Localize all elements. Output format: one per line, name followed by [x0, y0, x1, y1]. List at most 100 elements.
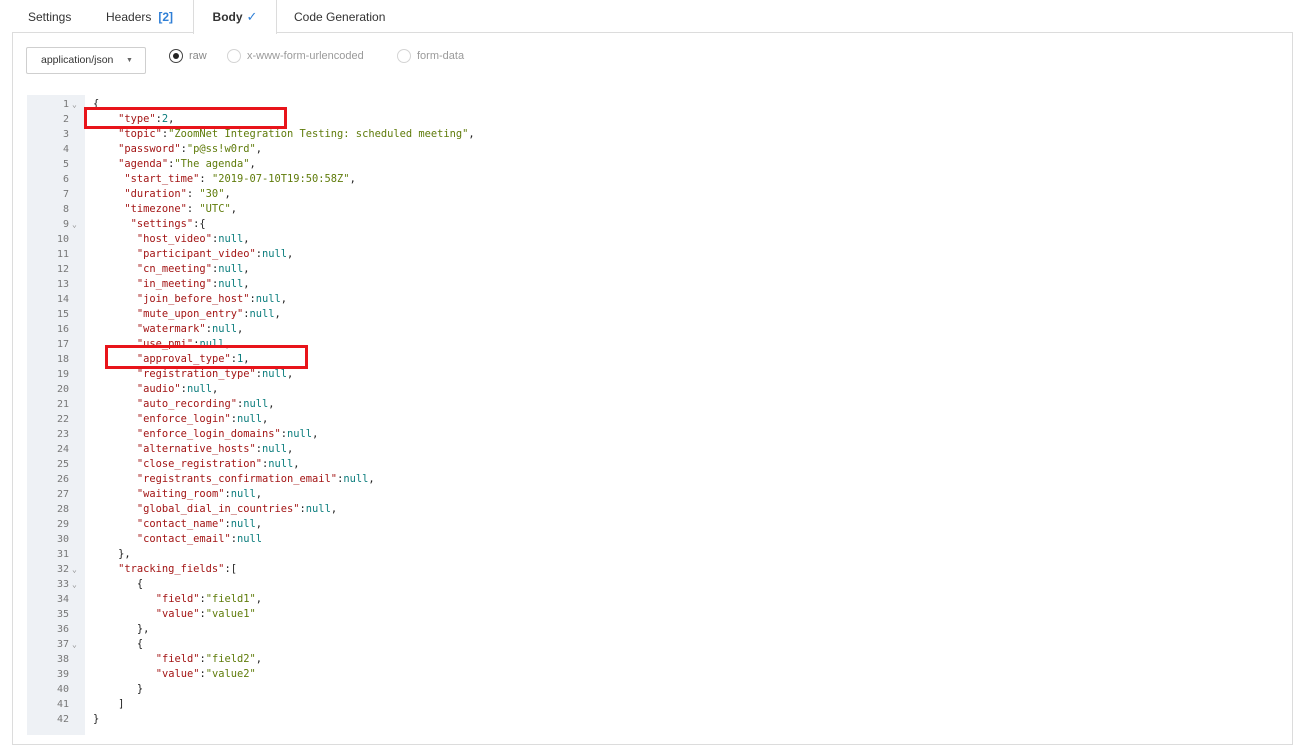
code-text: "duration": "30", — [124, 187, 230, 202]
code-line: 13 "in_meeting":null, — [27, 277, 1267, 292]
json-punctuation: , — [255, 488, 263, 500]
body-panel: application/json ▼ raw x-www-form-urlenc… — [12, 32, 1293, 745]
code-line: 31}, — [27, 547, 1267, 562]
chevron-down-icon[interactable]: ⌄ — [72, 217, 77, 232]
tab-body-label: Body — [212, 10, 243, 24]
json-punctuation: , — [255, 518, 263, 530]
json-punctuation: , — [287, 443, 294, 455]
chevron-down-icon[interactable]: ⌄ — [72, 577, 77, 592]
json-punctuation: , — [211, 383, 219, 395]
line-number: 12 — [56, 264, 69, 275]
chevron-down-icon[interactable]: ⌄ — [72, 637, 77, 652]
code-text: "registration_type":null, — [137, 367, 293, 382]
radio-form-data-indicator — [397, 49, 411, 63]
json-key: "registration_type" — [136, 368, 256, 380]
json-punctuation: { — [136, 638, 144, 650]
json-value: null — [236, 533, 263, 545]
highlight-box-type — [84, 107, 287, 129]
json-key: "mute_upon_entry" — [136, 308, 244, 320]
json-value: null — [186, 383, 212, 395]
json-key: "value" — [155, 668, 200, 680]
line-number: 18 — [56, 354, 69, 365]
json-key: "enforce_login" — [136, 413, 231, 425]
json-key: "registrants_confirmation_email" — [136, 473, 338, 485]
line-number: 7 — [62, 189, 69, 200]
tab-code-generation-label: Code Generation — [294, 10, 386, 24]
line-number: 32 — [56, 564, 69, 575]
tab-body[interactable]: Body ✓ — [193, 0, 277, 34]
json-key: "contact_name" — [136, 518, 225, 530]
code-line: 12 "cn_meeting":null, — [27, 262, 1267, 277]
line-number: 11 — [56, 249, 69, 260]
json-value: null — [243, 398, 269, 410]
json-key: "topic" — [118, 128, 162, 140]
tab-code-generation[interactable]: Code Generation — [294, 0, 385, 33]
content-type-dropdown[interactable]: application/json ▼ — [26, 47, 146, 74]
json-punctuation: , — [249, 158, 256, 170]
code-line: 3 "topic":"ZoomNet Integration Testing: s… — [27, 127, 1267, 142]
code-line: 27 "waiting_room":null, — [27, 487, 1267, 502]
line-number: 19 — [56, 369, 69, 380]
json-punctuation: ] — [118, 698, 125, 710]
code-line: 16 "watermark":null, — [27, 322, 1267, 337]
code-text: "password":"p@ss!w0rd", — [118, 142, 262, 157]
code-line: 34 "field":"field1", — [27, 592, 1267, 607]
caret-down-icon: ▼ — [126, 57, 133, 64]
json-string: "UTC" — [199, 203, 231, 215]
json-key: "host_video" — [136, 233, 212, 245]
code-text: "alternative_hosts":null, — [137, 442, 293, 457]
line-number: 6 — [62, 174, 69, 185]
json-value: null — [268, 458, 294, 470]
line-number: 3 — [62, 129, 69, 140]
line-number: 37 — [56, 639, 69, 650]
code-text: ] — [118, 697, 124, 712]
json-key: "watermark" — [136, 323, 206, 335]
tab-headers[interactable]: Headers [2] — [106, 0, 173, 33]
line-number: 24 — [56, 444, 69, 455]
line-number: 15 — [56, 309, 69, 320]
code-line: 9 ⌄ "settings":{ — [27, 217, 1267, 232]
code-line: 42} — [27, 712, 1267, 727]
json-string: "2019-07-10T19:50:58Z" — [211, 173, 350, 185]
code-text: "value":"value2" — [156, 667, 256, 682]
json-punctuation: , — [230, 203, 237, 215]
code-text: "enforce_login_domains":null, — [137, 427, 318, 442]
code-line: 11 "participant_video":null, — [27, 247, 1267, 262]
code-text: "field":"field2", — [156, 652, 262, 667]
json-value: null — [211, 323, 237, 335]
json-value: null — [230, 488, 256, 500]
tab-settings-label: Settings — [28, 10, 72, 24]
code-text: "agenda":"The agenda", — [118, 157, 256, 172]
json-punctuation: }, — [136, 623, 150, 635]
code-line: 30 "contact_email":null — [27, 532, 1267, 547]
json-editor[interactable]: 1 ⌄{2 "type":2, 3 "topic":"ZoomNet Integrati… — [27, 95, 1277, 735]
json-punctuation: }, — [118, 548, 131, 560]
code-text: "tracking_fields":[ — [118, 562, 237, 577]
chevron-down-icon[interactable]: ⌄ — [72, 97, 77, 112]
code-text: "contact_name":null, — [137, 517, 262, 532]
line-number: 8 — [62, 204, 69, 215]
json-punctuation: , — [330, 503, 338, 515]
json-key: "in_meeting" — [136, 278, 212, 290]
tab-settings[interactable]: Settings — [28, 0, 71, 33]
json-punctuation: , — [268, 398, 275, 410]
json-key: "password" — [118, 143, 181, 155]
line-number: 38 — [56, 654, 69, 665]
json-punctuation: : — [199, 173, 212, 185]
json-value: null — [230, 518, 256, 530]
json-punctuation: { — [136, 578, 144, 590]
code-line: 15 "mute_upon_entry":null, — [27, 307, 1267, 322]
line-number: 30 — [56, 534, 69, 545]
json-string: "p@ss!w0rd" — [186, 143, 256, 155]
radio-form-data-label: form-data — [417, 50, 465, 62]
json-value: null — [262, 443, 288, 455]
line-number: 31 — [56, 549, 69, 560]
chevron-down-icon[interactable]: ⌄ — [72, 562, 77, 577]
json-key: "auto_recording" — [136, 398, 237, 410]
code-line: 23 "enforce_login_domains":null, — [27, 427, 1267, 442]
json-punctuation: , — [349, 173, 356, 185]
line-number: 14 — [56, 294, 69, 305]
code-line: 10 "host_video":null, — [27, 232, 1267, 247]
code-text: "contact_email":null — [137, 532, 262, 547]
line-number: 22 — [56, 414, 69, 425]
